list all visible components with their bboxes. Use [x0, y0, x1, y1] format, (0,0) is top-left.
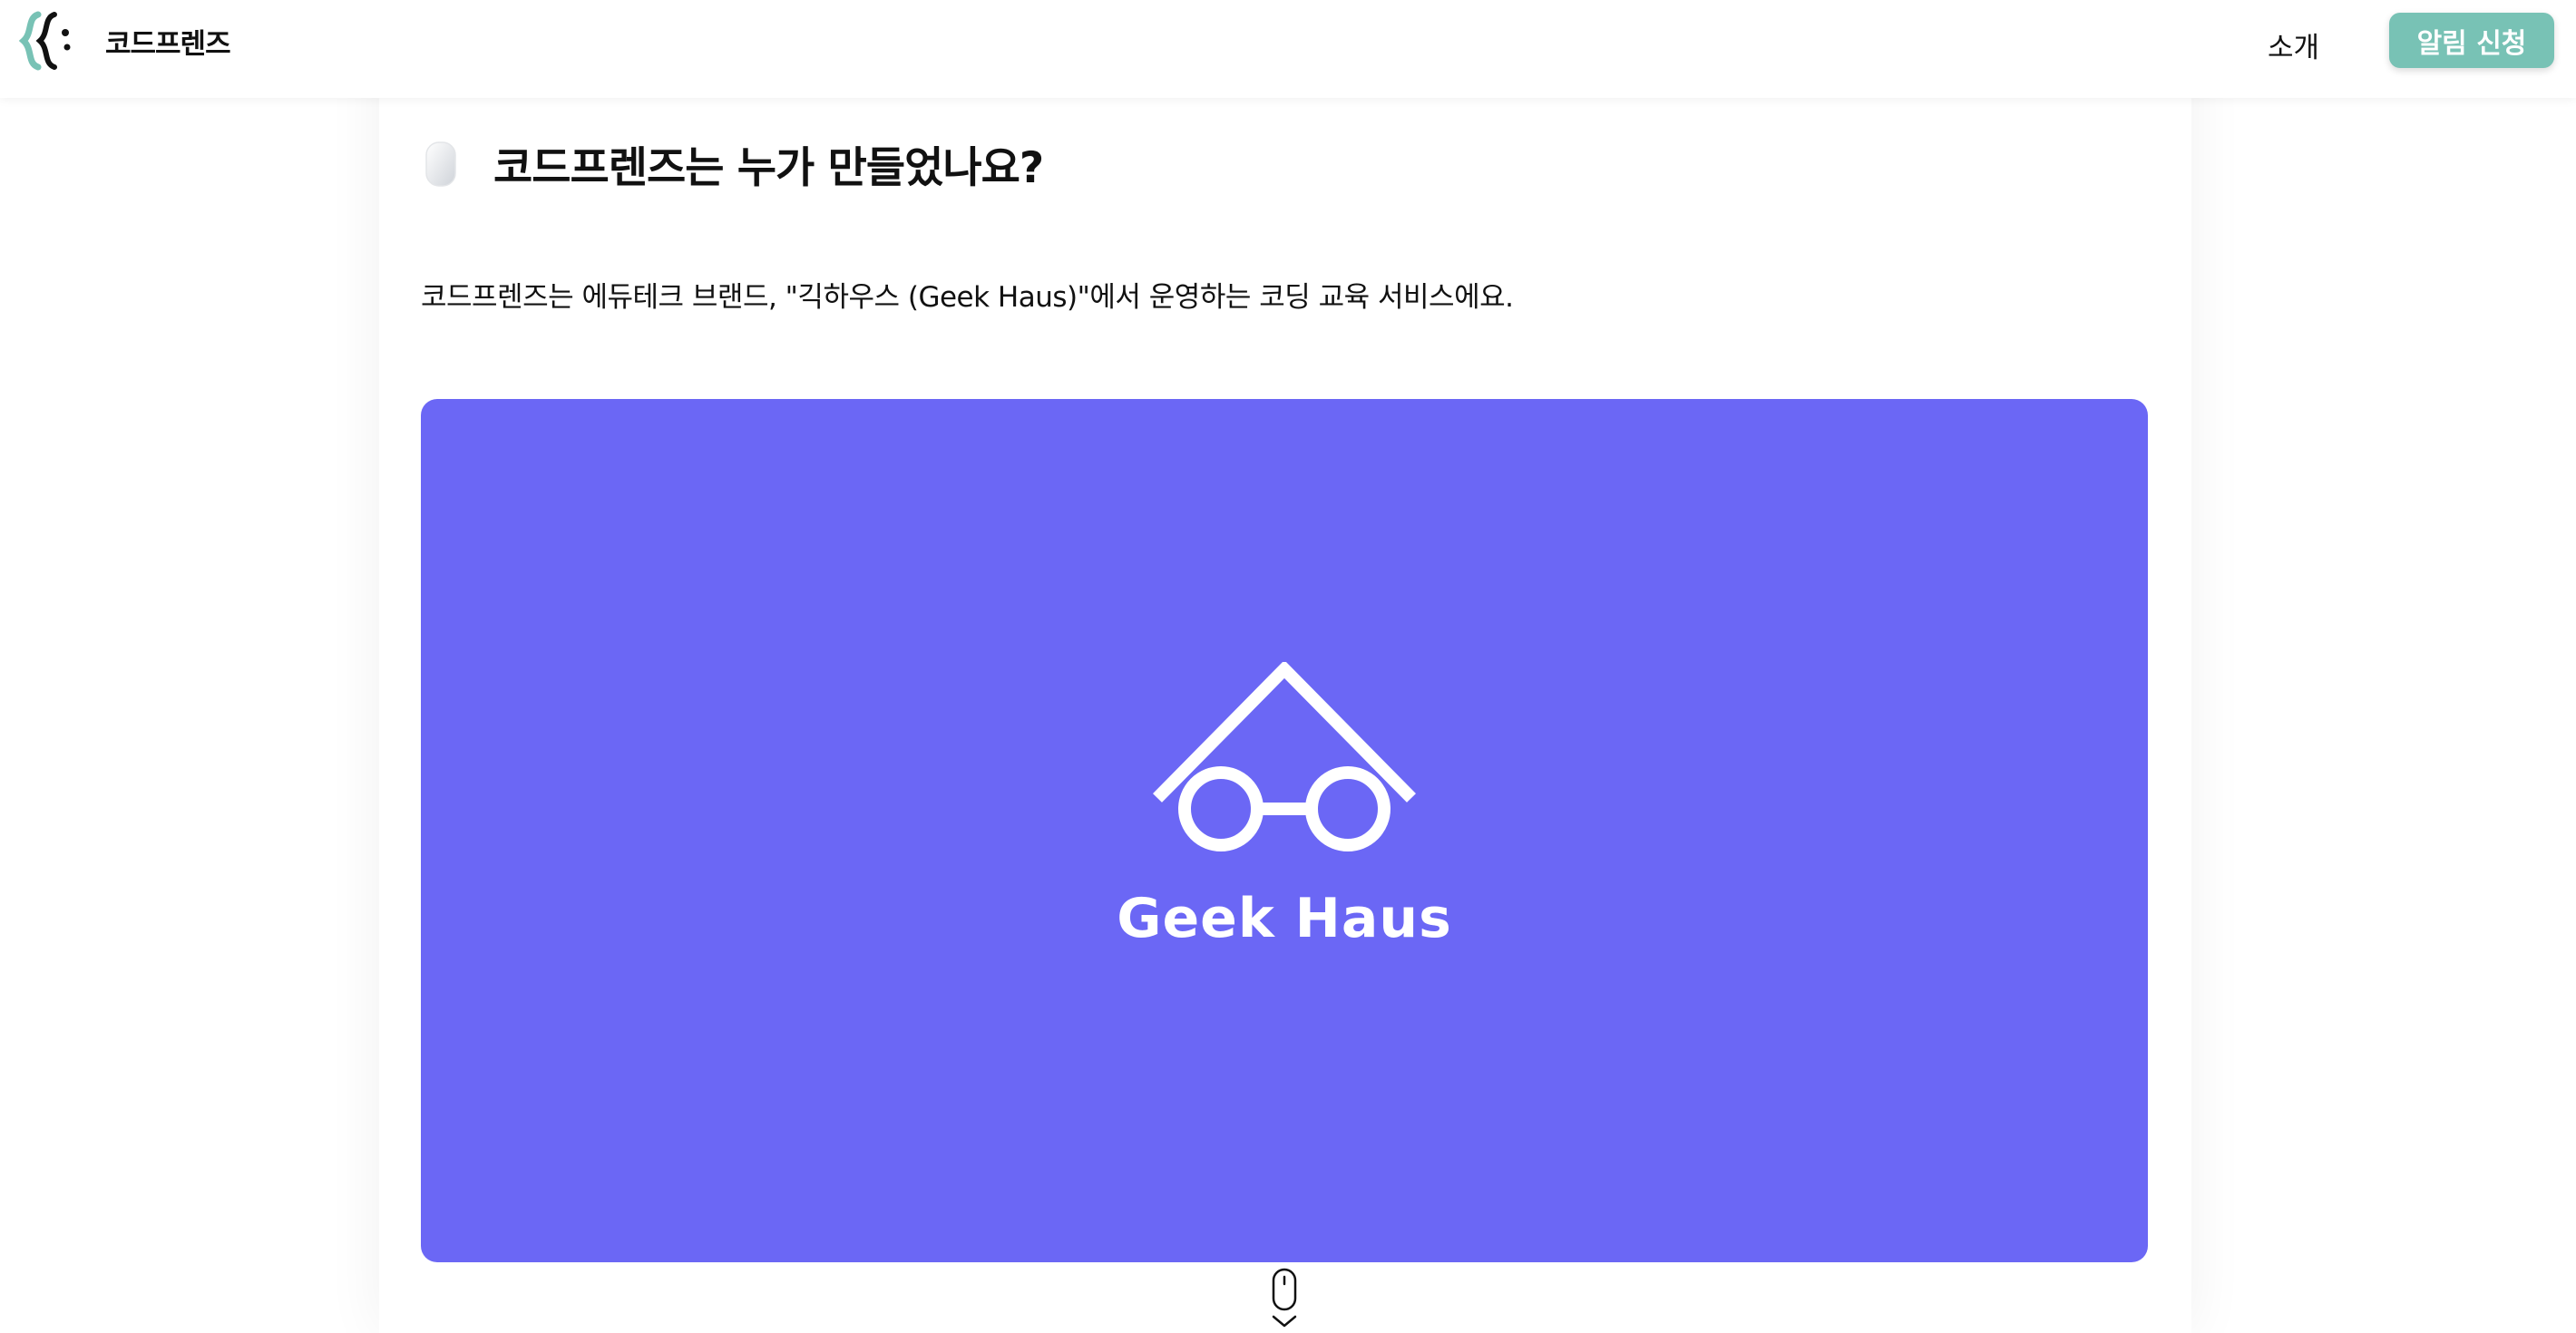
- codefriends-logo-icon: [18, 11, 71, 71]
- geekhaus-wordmark: Geek Haus: [1117, 887, 1452, 950]
- brand-home-link[interactable]: 코드프렌즈: [18, 11, 231, 71]
- page: 코드프렌즈 소개 알림 신청 코드프렌즈는 누가 만들었나요? 코드프렌즈는 에…: [0, 0, 2576, 1333]
- nav-link-about[interactable]: 소개: [2268, 24, 2319, 65]
- glasses-logo-icon: [1153, 662, 1416, 851]
- section-heading-row: 코드프렌즈는 누가 만들었나요?: [421, 132, 1044, 195]
- computer-mouse-icon: [425, 141, 456, 187]
- geekhaus-banner: Geek Haus: [421, 399, 2148, 1262]
- notify-signup-button[interactable]: 알림 신청: [2389, 13, 2554, 68]
- brand-name: 코드프렌즈: [105, 27, 231, 61]
- top-navbar: 코드프렌즈 소개 알림 신청: [0, 0, 2576, 98]
- section-body-text: 코드프렌즈는 에듀테크 브랜드, "긱하우스 (Geek Haus)"에서 운영…: [421, 281, 1514, 314]
- scroll-down-mouse-icon[interactable]: [1263, 1268, 1306, 1329]
- section-heading: 코드프렌즈는 누가 만들었나요?: [493, 143, 1044, 193]
